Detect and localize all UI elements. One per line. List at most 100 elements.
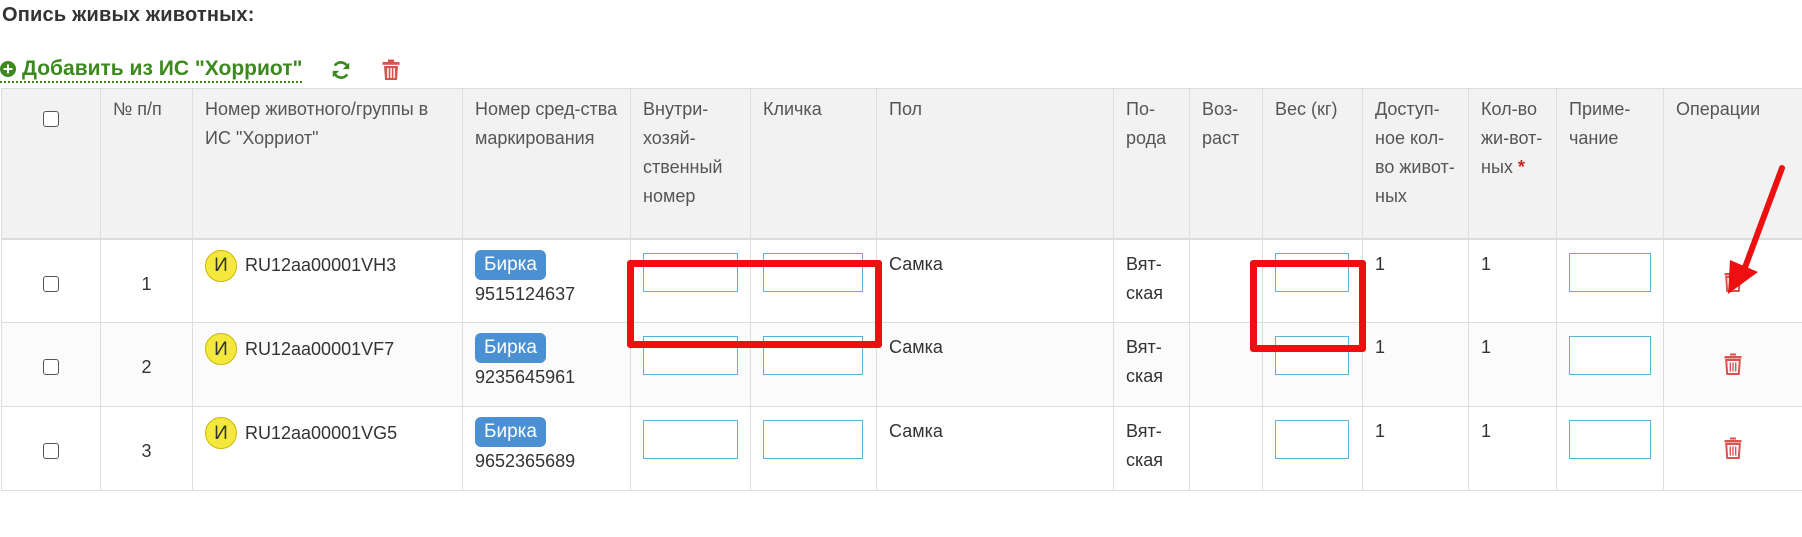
age-value [1189, 238, 1263, 323]
available-value: 1 [1362, 238, 1469, 323]
count-value: 1 [1468, 238, 1557, 323]
nickname-cell [750, 406, 877, 491]
page-title: Опись живых животных: [2, 4, 255, 26]
header-num: № п/п [100, 88, 193, 240]
header-nickname: Кличка [750, 88, 877, 240]
status-badge: И [205, 417, 237, 449]
row-checkbox[interactable] [43, 275, 59, 292]
internal-number-cell [630, 406, 751, 491]
operations-cell [1663, 238, 1802, 323]
animal-id[interactable]: RU12aa00001VG5 [245, 419, 397, 448]
toolbar: Добавить из ИС "Хорриот" [0, 56, 400, 84]
status-badge: И [205, 249, 237, 282]
internal-number-cell [630, 238, 751, 323]
note-input[interactable] [1569, 252, 1651, 292]
animal-id-cell: И RU12aa00001VH3 [192, 238, 463, 323]
weight-input[interactable] [1275, 336, 1349, 375]
plus-circle-icon [0, 60, 16, 77]
tag-type-badge: Бирка [475, 417, 546, 447]
header-marking: Номер сред-ства маркирования [462, 88, 631, 240]
age-value [1189, 322, 1263, 407]
row-checkbox[interactable] [43, 359, 59, 375]
animal-id-cell: И RU12aa00001VG5 [192, 406, 463, 491]
row-checkbox[interactable] [43, 443, 59, 459]
table-header-row: № п/п Номер животного/группы в ИС "Хорри… [1, 88, 1802, 240]
age-value [1189, 406, 1263, 491]
internal-number-input[interactable] [643, 420, 738, 459]
nickname-input[interactable] [763, 336, 863, 375]
tag-type-badge: Бирка [475, 333, 546, 363]
header-operations: Операции [1663, 88, 1802, 240]
sex-value: Самка [876, 406, 1114, 491]
header-count: Кол-во жи-вот-ных * [1468, 88, 1557, 240]
operations-cell [1663, 322, 1802, 407]
header-note: Приме-чание [1556, 88, 1664, 240]
add-from-horriot-link[interactable]: Добавить из ИС "Хорриот" [0, 56, 303, 83]
header-breed: По-рода [1113, 88, 1190, 240]
weight-cell [1262, 322, 1363, 407]
header-sex: Пол [876, 88, 1114, 240]
breed-value: Вят-ская [1113, 238, 1190, 323]
row-number: 1 [100, 238, 193, 323]
row-number: 3 [100, 406, 193, 491]
marking-cell: Бирка 9515124637 [462, 238, 631, 323]
tag-type-badge: Бирка [475, 249, 546, 280]
row-select-cell [1, 406, 101, 491]
note-cell [1556, 238, 1664, 323]
required-marker: * [1517, 157, 1525, 177]
delete-selected-trash-icon[interactable] [382, 59, 400, 81]
header-animal-id: Номер животного/группы в ИС "Хорриот" [192, 88, 463, 240]
internal-number-input[interactable] [643, 336, 738, 375]
animal-id-cell: И RU12aa00001VF7 [192, 322, 463, 407]
note-cell [1556, 322, 1664, 407]
header-internal-number: Внутри-хозяй-ственный номер [630, 88, 751, 240]
tag-number: 9235645961 [475, 367, 576, 387]
weight-input[interactable] [1275, 252, 1349, 292]
nickname-cell [750, 322, 877, 407]
tag-number: 9652365689 [475, 451, 576, 471]
delete-row-trash-icon[interactable] [1724, 353, 1742, 375]
nickname-input[interactable] [763, 420, 863, 459]
marking-cell: Бирка 9652365689 [462, 406, 631, 491]
delete-row-trash-icon[interactable] [1724, 270, 1742, 292]
status-badge: И [205, 333, 237, 365]
table-row: 2 И RU12aa00001VF7 Бирка 9235645961 Самка … [1, 322, 1802, 407]
operations-cell [1663, 406, 1802, 491]
nickname-cell [750, 238, 877, 323]
row-select-cell [1, 238, 101, 323]
header-weight: Вес (кг) [1262, 88, 1363, 240]
available-value: 1 [1362, 406, 1469, 491]
internal-number-input[interactable] [643, 252, 738, 292]
header-count-label: Кол-во жи-вот-ных [1481, 99, 1543, 177]
weight-input[interactable] [1275, 420, 1349, 459]
header-age: Воз-раст [1189, 88, 1263, 240]
note-cell [1556, 406, 1664, 491]
weight-cell [1262, 406, 1363, 491]
weight-cell [1262, 238, 1363, 323]
delete-row-trash-icon[interactable] [1724, 437, 1742, 459]
nickname-input[interactable] [763, 252, 863, 292]
select-all-cell [1, 88, 101, 240]
available-value: 1 [1362, 322, 1469, 407]
select-all-checkbox[interactable] [43, 111, 59, 127]
marking-cell: Бирка 9235645961 [462, 322, 631, 407]
add-from-horriot-label: Добавить из ИС "Хорриот" [22, 56, 303, 80]
row-select-cell [1, 322, 101, 407]
sex-value: Самка [876, 322, 1114, 407]
breed-value: Вят-ская [1113, 406, 1190, 491]
count-value: 1 [1468, 406, 1557, 491]
row-number: 2 [100, 322, 193, 407]
sex-value: Самка [876, 238, 1114, 323]
animals-table: № п/п Номер животного/группы в ИС "Хорри… [1, 88, 1802, 491]
tag-number: 9515124637 [475, 283, 576, 304]
table-row: 3 И RU12aa00001VG5 Бирка 9652365689 Самка … [1, 406, 1802, 491]
animal-id[interactable]: RU12aa00001VF7 [245, 335, 394, 364]
table-row: 1 И RU12aa00001VH3 Бирка 9515124637 Самка … [1, 238, 1802, 323]
breed-value: Вят-ская [1113, 322, 1190, 407]
animal-id[interactable]: RU12aa00001VH3 [245, 251, 396, 280]
internal-number-cell [630, 322, 751, 407]
note-input[interactable] [1569, 336, 1651, 375]
refresh-icon[interactable] [330, 59, 352, 81]
header-available: Доступ-ное кол-во живот-ных [1362, 88, 1469, 240]
note-input[interactable] [1569, 420, 1651, 459]
